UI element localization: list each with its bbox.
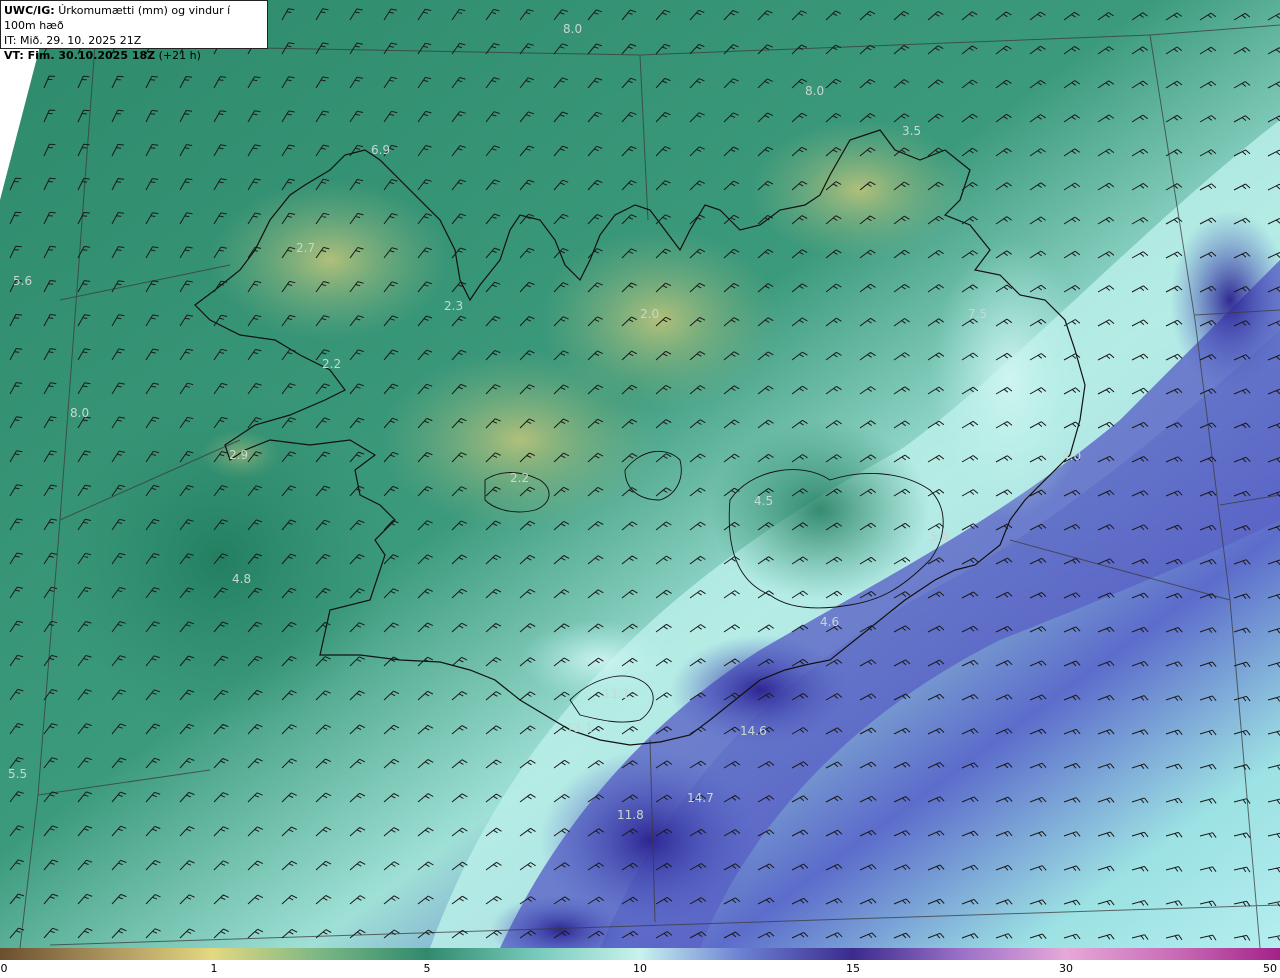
legend-tick: 0: [0, 962, 8, 975]
map-value: 5.5: [8, 767, 27, 781]
map-value: 8.0: [563, 22, 582, 36]
header-title-line: UWC/IG: Úrkomumætti (mm) og vindur í 100…: [4, 3, 264, 33]
map-value: 2.2: [510, 471, 529, 485]
map-value: 4.8: [232, 572, 251, 586]
map-value: 2.0: [640, 307, 659, 321]
map-value: 3.5: [902, 124, 921, 138]
map-value: 8.0: [70, 406, 89, 420]
map-value: 4.0: [1062, 449, 1081, 463]
legend-tick: 5: [423, 962, 431, 975]
map-value: 11.1: [603, 687, 630, 701]
map-value: 7.5: [968, 307, 987, 321]
valid-time: VT: Fim. 30.10.2025 18Z: [4, 49, 156, 62]
legend-tick: 1: [210, 962, 218, 975]
map-value: 14.7: [687, 791, 714, 805]
initial-time: IT: Mið. 29. 10. 2025 21Z: [4, 34, 142, 47]
map-value: 13.1: [566, 721, 593, 735]
model-name: UWC/IG:: [4, 4, 55, 17]
map-value: 4.5: [754, 494, 773, 508]
map-value: 2.9: [229, 448, 248, 462]
map-value: 8.0: [805, 84, 824, 98]
precipitation-wind-map: 8.0 8.0 3.5 6.9 2.7 5.6 2.3 2.0 2.2 8.0 …: [0, 0, 1280, 949]
map-value: 2.2: [322, 357, 341, 371]
legend-colorbar: [0, 948, 1280, 960]
legend-tick: 50: [1263, 962, 1277, 975]
map-value: 2.3: [444, 299, 463, 313]
color-legend: 0 1 5 10 15 30 50: [0, 948, 1280, 978]
map-value: 5.6: [13, 274, 32, 288]
map-value: 5.4: [930, 530, 949, 544]
forecast-offset: (+21 h): [158, 49, 201, 62]
legend-tick: 10: [633, 962, 647, 975]
map-header: UWC/IG: Úrkomumætti (mm) og vindur í 100…: [0, 0, 268, 62]
map-value: 2.7: [296, 241, 315, 255]
valid-time-line: VT: Fim. 30.10.2025 18Z (+21 h): [4, 48, 264, 63]
legend-tick: 15: [846, 962, 860, 975]
legend-tick: 30: [1059, 962, 1073, 975]
map-value: 4.6: [820, 615, 839, 629]
map-value: 14.6: [740, 724, 767, 738]
map-value: 11.8: [617, 808, 644, 822]
map-value: 6.9: [371, 143, 390, 157]
map-canvas: 8.0 8.0 3.5 6.9 2.7 5.6 2.3 2.0 2.2 8.0 …: [0, 0, 1280, 949]
